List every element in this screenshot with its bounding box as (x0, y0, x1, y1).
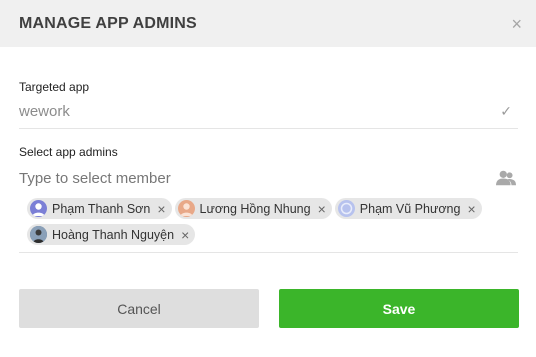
admin-chip: Phạm Thanh Sơn × (27, 198, 172, 219)
people-icon[interactable] (496, 169, 518, 187)
admin-chip-name: Lương Hồng Nhung (199, 201, 311, 216)
cancel-button[interactable]: Cancel (19, 289, 259, 328)
remove-admin-icon[interactable]: × (181, 228, 189, 242)
divider (19, 128, 518, 129)
manage-app-admins-dialog: MANAGE APP ADMINS × Targeted app wework … (0, 0, 536, 357)
remove-admin-icon[interactable]: × (318, 202, 326, 216)
admin-chip-name: Phạm Vũ Phương (359, 201, 461, 216)
targeted-app-value: wework (19, 103, 70, 120)
admin-chip-name: Hoàng Thanh Nguyện (52, 227, 175, 242)
check-icon: ✓ (500, 103, 512, 119)
admin-chip: Phạm Vũ Phương × (334, 198, 482, 219)
targeted-app-label: Targeted app (19, 80, 90, 94)
dialog-header: MANAGE APP ADMINS × (0, 0, 536, 47)
member-search-input[interactable]: Type to select member (19, 169, 518, 187)
divider (19, 252, 518, 253)
avatar (177, 200, 195, 217)
targeted-app-select[interactable]: wework ✓ (19, 103, 518, 120)
avatar (30, 200, 47, 217)
select-admins-label: Select app admins (19, 145, 118, 159)
admin-chip: Hoàng Thanh Nguyện × (27, 224, 196, 245)
save-button[interactable]: Save (279, 289, 519, 328)
remove-admin-icon[interactable]: × (467, 202, 475, 216)
avatar (337, 200, 355, 217)
member-search-placeholder: Type to select member (19, 169, 171, 187)
avatar (30, 226, 47, 243)
dialog-title: MANAGE APP ADMINS (19, 14, 197, 32)
admin-chip-name: Phạm Thanh Sơn (52, 201, 151, 216)
selected-admins-list: Phạm Thanh Sơn × Lương Hồng Nhung × Phạm… (27, 198, 497, 250)
remove-admin-icon[interactable]: × (157, 202, 165, 216)
close-icon[interactable]: × (511, 15, 522, 33)
admin-chip: Lương Hồng Nhung × (174, 198, 332, 219)
